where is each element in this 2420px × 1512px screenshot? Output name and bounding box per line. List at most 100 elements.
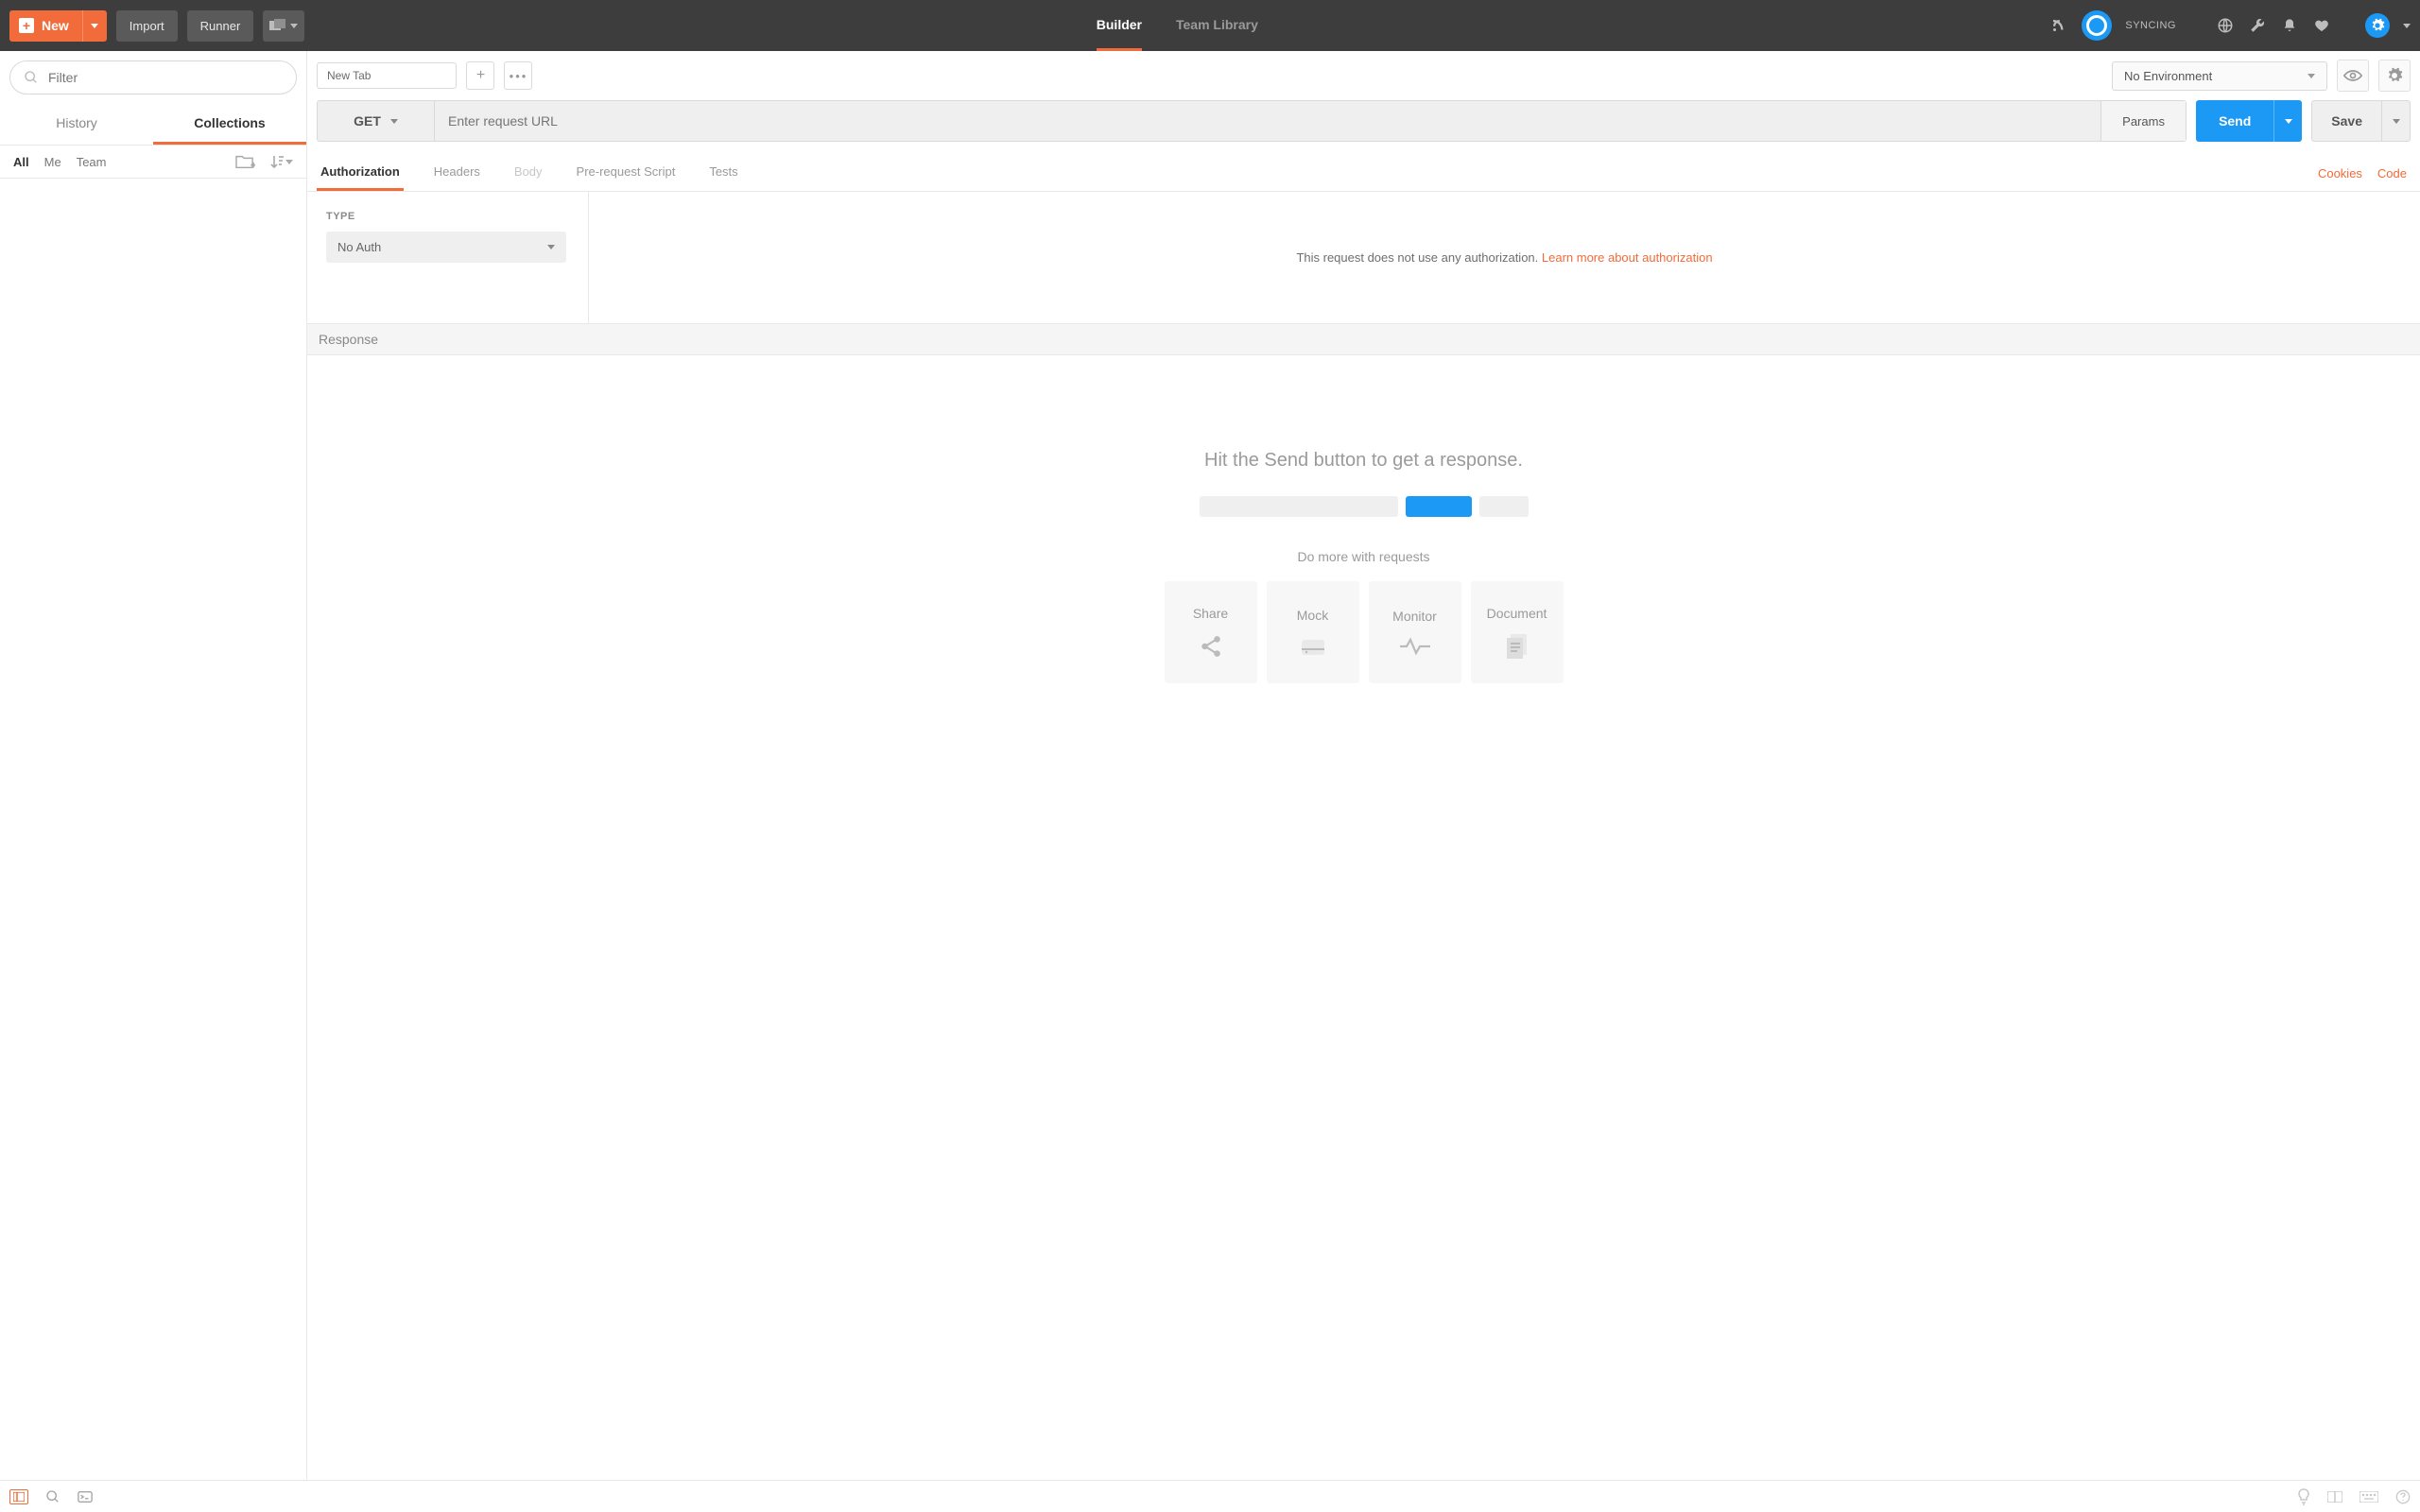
- subtab-prerequest-label: Pre-request Script: [577, 164, 676, 179]
- method-label: GET: [354, 113, 381, 129]
- filter-me[interactable]: Me: [44, 155, 61, 169]
- sort-icon[interactable]: [270, 154, 293, 169]
- filter-all[interactable]: All: [13, 155, 29, 169]
- subtab-tests[interactable]: Tests: [705, 155, 741, 191]
- console-icon[interactable]: [78, 1490, 93, 1503]
- auth-info: This request does not use any authorizat…: [589, 192, 2420, 323]
- card-document-label: Document: [1487, 606, 1547, 621]
- wrench-icon[interactable]: [2248, 16, 2267, 35]
- card-monitor[interactable]: Monitor: [1369, 581, 1461, 683]
- send-dropdown[interactable]: [2273, 100, 2302, 142]
- url-input[interactable]: [435, 101, 2100, 141]
- chevron-down-icon: [91, 24, 98, 28]
- card-monitor-label: Monitor: [1392, 609, 1437, 624]
- tab-team-library-label: Team Library: [1176, 17, 1258, 32]
- auth-type-select[interactable]: No Auth: [326, 232, 566, 263]
- save-dropdown[interactable]: [2382, 100, 2411, 142]
- action-cards: Share Mock Monitor Document: [1165, 581, 1564, 683]
- subtab-prerequest[interactable]: Pre-request Script: [573, 155, 680, 191]
- environment-settings-button[interactable]: [2378, 60, 2411, 92]
- find-icon[interactable]: [45, 1489, 60, 1504]
- app-header: + New Import Runner Builder Team Library…: [0, 0, 2420, 51]
- card-mock[interactable]: Mock: [1267, 581, 1359, 683]
- auth-type-label: TYPE: [326, 211, 569, 222]
- response-illustration: [1200, 496, 1529, 517]
- activity-icon: [1400, 637, 1430, 656]
- new-collection-icon[interactable]: [234, 153, 255, 170]
- sidebar-toggle-icon[interactable]: [9, 1489, 28, 1504]
- method-select[interactable]: GET: [318, 101, 435, 141]
- share-icon: [1199, 634, 1223, 659]
- globe-icon[interactable]: [2216, 16, 2235, 35]
- subtab-tests-label: Tests: [709, 164, 737, 179]
- tab-builder[interactable]: Builder: [1097, 0, 1142, 51]
- auth-info-text: This request does not use any authorizat…: [1296, 250, 1541, 265]
- params-button[interactable]: Params: [2100, 101, 2186, 141]
- subtab-body-label: Body: [514, 164, 543, 179]
- sidebar-tabs: History Collections: [0, 104, 306, 146]
- sync-status-text: SYNCING: [2125, 20, 2176, 31]
- sidebar: History Collections All Me Team: [0, 51, 307, 1480]
- auth-learn-more-link[interactable]: Learn more about authorization: [1542, 250, 1713, 265]
- card-document[interactable]: Document: [1471, 581, 1564, 683]
- subtab-authorization-label: Authorization: [320, 164, 400, 179]
- chevron-down-icon: [547, 245, 555, 249]
- add-tab-button[interactable]: +: [466, 61, 494, 90]
- filter-team[interactable]: Team: [77, 155, 107, 169]
- code-link[interactable]: Code: [2377, 166, 2407, 180]
- account-avatar[interactable]: [2365, 13, 2390, 38]
- main-area: History Collections All Me Team New Tab …: [0, 51, 2420, 1480]
- request-tab[interactable]: New Tab: [317, 62, 457, 89]
- card-share[interactable]: Share: [1165, 581, 1257, 683]
- subtab-headers[interactable]: Headers: [430, 155, 484, 191]
- search-icon: [24, 70, 39, 85]
- two-pane-icon[interactable]: [2327, 1491, 2342, 1503]
- environment-select[interactable]: No Environment: [2112, 61, 2327, 91]
- help-icon[interactable]: [2395, 1489, 2411, 1504]
- satellite-icon[interactable]: [2049, 16, 2068, 35]
- dots-icon: •••: [510, 69, 528, 83]
- auth-left: TYPE No Auth: [307, 192, 589, 323]
- request-url-row: GET Params Send Save: [317, 100, 2411, 142]
- server-icon: [1300, 636, 1326, 657]
- bootcamp-icon[interactable]: [2297, 1488, 2310, 1505]
- new-button-dropdown[interactable]: [82, 10, 107, 42]
- filter-box[interactable]: [9, 60, 297, 94]
- new-window-button[interactable]: [263, 10, 304, 42]
- environment-quicklook-button[interactable]: [2337, 60, 2369, 92]
- sidebar-tab-history[interactable]: History: [0, 104, 153, 145]
- card-mock-label: Mock: [1297, 608, 1328, 623]
- sync-badge[interactable]: [2082, 10, 2112, 41]
- gear-icon: [2386, 67, 2403, 84]
- tab-options-button[interactable]: •••: [504, 61, 532, 90]
- subtab-headers-label: Headers: [434, 164, 480, 179]
- eye-icon: [2343, 69, 2362, 82]
- chevron-down-icon: [2285, 119, 2292, 124]
- filter-input[interactable]: [48, 70, 283, 85]
- sync-ring-icon: [2086, 15, 2107, 36]
- save-button-label: Save: [2331, 113, 2362, 129]
- subtab-authorization[interactable]: Authorization: [317, 155, 404, 191]
- response-heading: Response: [307, 324, 2420, 355]
- send-button[interactable]: Send: [2196, 100, 2273, 142]
- tab-builder-label: Builder: [1097, 17, 1142, 32]
- illustration-bar: [1200, 496, 1398, 517]
- chevron-down-icon: [2308, 74, 2315, 78]
- tab-team-library[interactable]: Team Library: [1176, 0, 1258, 51]
- import-button[interactable]: Import: [116, 10, 178, 42]
- cookies-link[interactable]: Cookies: [2318, 166, 2362, 180]
- request-tab-bar: New Tab + ••• No Environment: [307, 51, 2420, 93]
- sidebar-tab-collections[interactable]: Collections: [153, 104, 306, 145]
- request-subtabs: Authorization Headers Body Pre-request S…: [307, 155, 2420, 192]
- new-button[interactable]: + New: [9, 10, 82, 42]
- save-button[interactable]: Save: [2311, 100, 2382, 142]
- heart-icon[interactable]: [2312, 16, 2331, 35]
- keyboard-icon[interactable]: [2360, 1491, 2378, 1503]
- chevron-down-icon: [290, 24, 298, 28]
- subtab-body[interactable]: Body: [510, 155, 546, 191]
- auth-panel: TYPE No Auth This request does not use a…: [307, 192, 2420, 324]
- url-group: GET Params: [317, 100, 2187, 142]
- runner-button[interactable]: Runner: [187, 10, 254, 42]
- bell-icon[interactable]: [2280, 16, 2299, 35]
- chevron-down-icon: [390, 119, 398, 124]
